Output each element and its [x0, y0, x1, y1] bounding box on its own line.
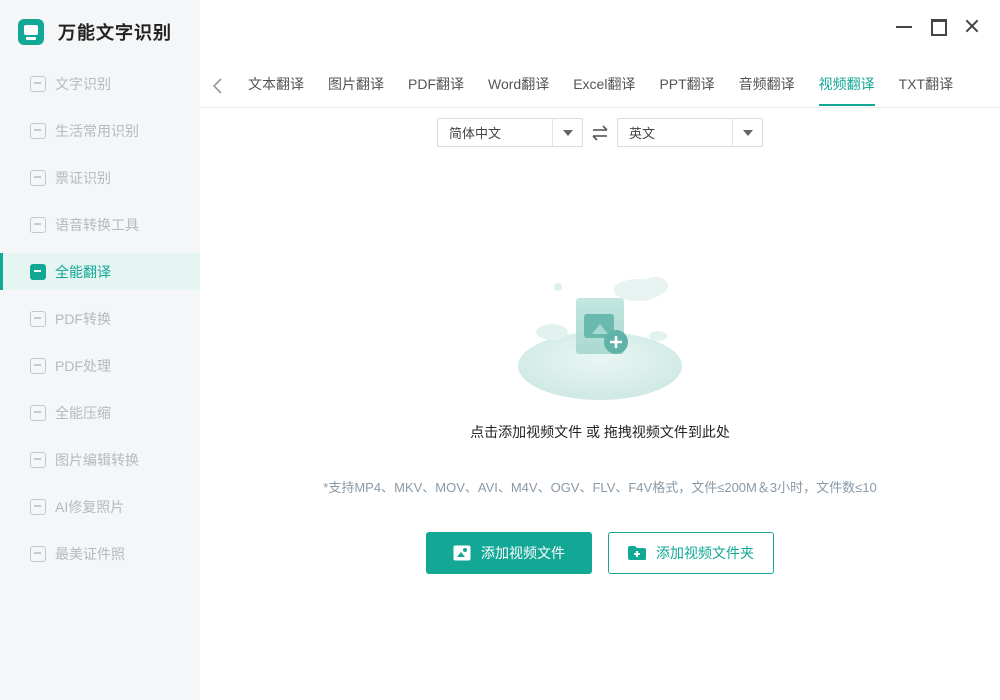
sidebar-item-label: 生活常用识别	[55, 122, 139, 139]
swap-languages-icon[interactable]	[583, 124, 617, 141]
translate-icon	[30, 263, 46, 280]
sidebar-item-pdf-process[interactable]: PDF处理	[0, 347, 200, 384]
id-photo-icon	[30, 545, 46, 562]
supported-formats-note: *支持MP4、MKV、MOV、AVI、M4V、OGV、FLV、F4V格式，文件≤…	[323, 480, 877, 495]
sidebar-item-label: 语音转换工具	[55, 216, 139, 233]
sidebar-item-label: PDF转换	[55, 310, 111, 327]
tab-pdf-translate[interactable]: PDF翻译	[396, 64, 476, 108]
scan-ticket-icon	[30, 169, 46, 186]
upload-actions: 添加视频文件 添加视频文件夹	[426, 532, 774, 574]
sidebar-item-text-ocr[interactable]: 文字识别	[0, 65, 200, 102]
folder-add-icon	[628, 546, 646, 560]
target-language-value: 英文	[629, 126, 656, 141]
add-video-folder-label: 添加视频文件夹	[656, 545, 754, 561]
video-file-icon	[453, 545, 471, 561]
sidebar-item-label: 全能压缩	[55, 404, 111, 421]
add-video-file-button[interactable]: 添加视频文件	[426, 532, 592, 574]
sidebar-item-ai-repair[interactable]: AI修复照片	[0, 488, 200, 525]
window-controls	[896, 18, 980, 36]
sidebar-item-translate[interactable]: 全能翻译	[0, 253, 200, 290]
minimize-icon[interactable]	[896, 18, 912, 34]
sidebar-item-label: PDF处理	[55, 357, 111, 374]
compress-icon	[30, 404, 46, 421]
brand: 万能文字识别	[0, 0, 200, 64]
chevron-down-icon	[552, 119, 582, 146]
audio-convert-icon	[30, 216, 46, 233]
translate-tabs: 文本翻译 图片翻译 PDF翻译 Word翻译 Excel翻译 PPT翻译 音频翻…	[200, 64, 1000, 108]
source-language-select[interactable]: 简体中文	[437, 118, 583, 147]
target-language-select[interactable]: 英文	[617, 118, 763, 147]
upload-illustration[interactable]	[500, 268, 700, 408]
tab-image-translate[interactable]: 图片翻译	[316, 64, 396, 108]
pdf-convert-icon	[30, 310, 46, 327]
scan-text-icon	[30, 75, 46, 92]
sidebar-item-label: 图片编辑转换	[55, 451, 139, 468]
sidebar-item-life-ocr[interactable]: 生活常用识别	[0, 112, 200, 149]
app-window: 万能文字识别 文字识别 生活常用识别 票证识别 语音转换工具 全能翻译 PDF转…	[0, 0, 1000, 700]
tab-txt-translate[interactable]: TXT翻译	[887, 64, 965, 108]
ai-repair-icon	[30, 498, 46, 515]
tab-text-translate[interactable]: 文本翻译	[236, 64, 316, 108]
sidebar: 万能文字识别 文字识别 生活常用识别 票证识别 语音转换工具 全能翻译 PDF转…	[0, 0, 200, 700]
sidebar-item-audio-tools[interactable]: 语音转换工具	[0, 206, 200, 243]
close-icon[interactable]	[964, 18, 980, 34]
app-logo-icon	[18, 19, 44, 45]
chevron-down-icon	[732, 119, 762, 146]
add-video-file-label: 添加视频文件	[481, 545, 565, 561]
language-bar: 简体中文 英文	[437, 118, 763, 147]
sidebar-item-label: AI修复照片	[55, 498, 125, 515]
sidebar-item-image-edit[interactable]: 图片编辑转换	[0, 441, 200, 478]
pdf-process-icon	[30, 357, 46, 374]
sidebar-item-pdf-convert[interactable]: PDF转换	[0, 300, 200, 337]
image-edit-icon	[30, 451, 46, 468]
sidebar-item-label: 票证识别	[55, 169, 111, 186]
sidebar-item-label: 文字识别	[55, 75, 111, 92]
sidebar-item-compress[interactable]: 全能压缩	[0, 394, 200, 431]
upload-hint: 点击添加视频文件 或 拖拽视频文件到此处	[470, 424, 730, 440]
tab-excel-translate[interactable]: Excel翻译	[561, 64, 647, 108]
source-language-value: 简体中文	[449, 126, 502, 141]
sidebar-nav: 文字识别 生活常用识别 票证识别 语音转换工具 全能翻译 PDF转换 PDF处理…	[0, 65, 200, 572]
tabs-back-chevron-icon[interactable]	[200, 64, 236, 108]
sidebar-item-id-photo[interactable]: 最美证件照	[0, 535, 200, 572]
tab-audio-translate[interactable]: 音频翻译	[727, 64, 807, 108]
sidebar-item-ticket-ocr[interactable]: 票证识别	[0, 159, 200, 196]
tab-word-translate[interactable]: Word翻译	[476, 64, 561, 108]
add-video-folder-button[interactable]: 添加视频文件夹	[608, 532, 774, 574]
sidebar-item-label: 最美证件照	[55, 545, 125, 562]
sidebar-item-label: 全能翻译	[55, 263, 111, 280]
tab-ppt-translate[interactable]: PPT翻译	[647, 64, 726, 108]
maximize-icon[interactable]	[930, 18, 947, 36]
app-title: 万能文字识别	[58, 23, 172, 43]
scan-life-icon	[30, 122, 46, 139]
tab-video-translate[interactable]: 视频翻译	[807, 64, 887, 108]
